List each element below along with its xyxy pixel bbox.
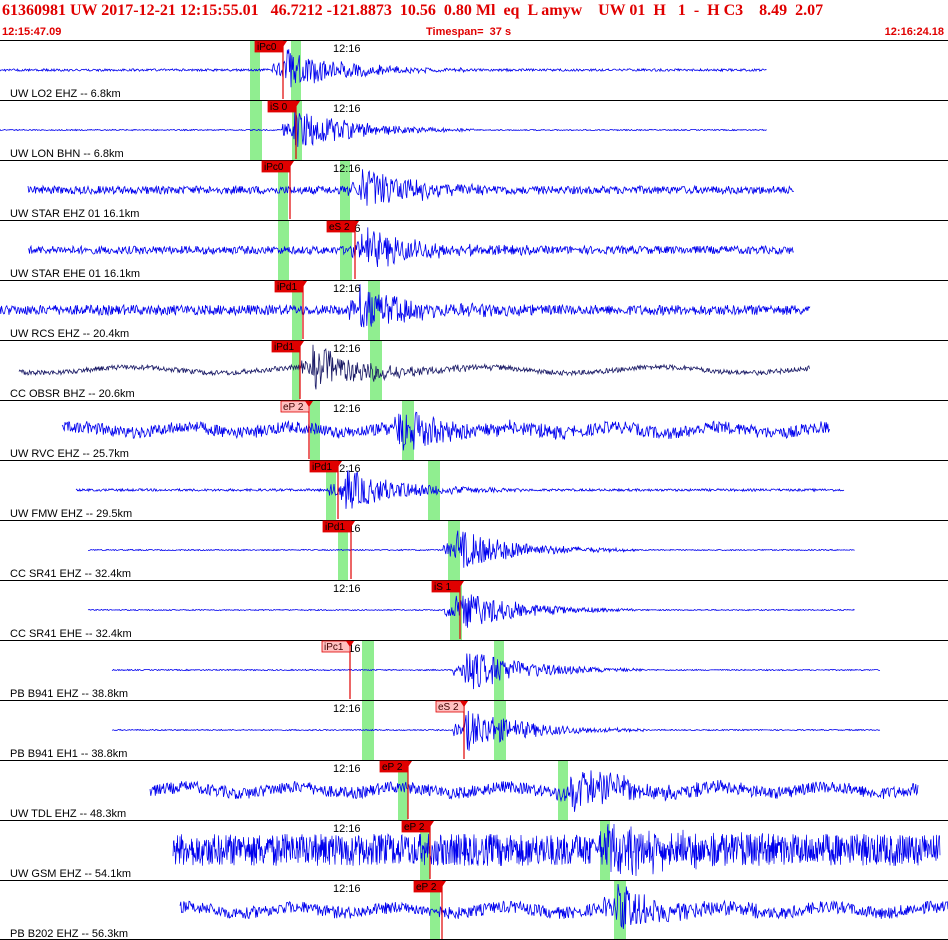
waveform-trace xyxy=(18,344,810,390)
waveform-trace xyxy=(0,111,767,147)
channel-row: 12:16 eP 2 UW GSM EHZ -- 54.1km xyxy=(0,820,948,880)
waveform-trace xyxy=(179,883,948,929)
waveform-trace xyxy=(27,169,795,206)
window-end-time: 12:16:24.18 xyxy=(884,26,944,38)
channel-label: UW STAR EHZ 01 16.1km xyxy=(10,208,139,220)
event-title: 61360981 UW 2017-12-21 12:15:55.01 46.72… xyxy=(2,2,824,19)
waveform-trace xyxy=(75,470,845,509)
channel-row: 12:16iPd1CC SR41 EHZ -- 32.4km xyxy=(0,520,948,580)
pick-label: iPd1 xyxy=(277,282,297,293)
channel-label: PB B941 EHZ -- 38.8km xyxy=(10,688,128,700)
waveform-trace xyxy=(28,227,794,268)
time-tick-label: 12:16 xyxy=(333,703,361,715)
time-tick-label: 12:16 xyxy=(333,763,361,775)
channel-row: 12:16 eP 2 UW RVC EHZ -- 25.7km xyxy=(0,400,948,460)
time-tick-label: 12:16 xyxy=(333,343,361,355)
channel-label: UW STAR EHE 01 16.1km xyxy=(10,268,140,280)
pick-label: iPc1 xyxy=(324,642,344,653)
time-tick-label: 12:16 xyxy=(333,283,361,295)
channel-row: 12:16 iS 0 UW LON BHN -- 6.8km xyxy=(0,100,948,160)
channel-row: 12:16iPd1UW FMW EHZ -- 29.5km xyxy=(0,460,948,520)
channel-label: UW RVC EHZ -- 25.7km xyxy=(10,448,129,460)
channel-row: 12:16 eP 2 UW TDL EHZ -- 48.3km xyxy=(0,760,948,820)
time-tick-label: 12:16 xyxy=(333,403,361,415)
event-header: 61360981 UW 2017-12-21 12:15:55.01 46.72… xyxy=(0,0,948,40)
pick-label: eS 2 xyxy=(438,702,459,713)
time-tick-label: 12:16 xyxy=(333,43,361,55)
channel-label: UW RCS EHZ -- 20.4km xyxy=(10,328,129,340)
channel-label: CC SR41 EHZ -- 32.4km xyxy=(10,568,131,580)
pick-label: iPd1 xyxy=(312,462,332,473)
channel-row: 12:16 iS 1 CC SR41 EHE -- 32.4km xyxy=(0,580,948,640)
pick-label: eP 2 xyxy=(416,882,437,893)
channel-row: 12:16 iPd1 UW RCS EHZ -- 20.4km xyxy=(0,280,948,340)
channel-row: 12:16 iPc0 UW LO2 EHZ -- 6.8km xyxy=(0,40,948,100)
channel-label: UW GSM EHZ -- 54.1km xyxy=(10,868,131,880)
time-tick-label: 12:16 xyxy=(333,823,361,835)
waveform-trace xyxy=(0,284,811,328)
pick-label: eS 2 xyxy=(329,222,350,233)
channel-label: CC SR41 EHE -- 32.4km xyxy=(10,628,132,640)
waveform-trace xyxy=(172,823,941,877)
waveform-trace xyxy=(88,530,855,568)
pick-label: eP 2 xyxy=(404,822,425,833)
waveform-trace xyxy=(61,411,830,451)
channel-label: CC OBSR BHZ -- 20.6km xyxy=(10,388,135,400)
time-tick-label: 12:16 xyxy=(333,583,361,595)
channel-label: UW LO2 EHZ -- 6.8km xyxy=(10,88,121,100)
time-tick-label: 12:16 xyxy=(333,103,361,115)
window-start-time: 12:15:47.09 xyxy=(2,26,62,38)
pick-label: iPc0 xyxy=(264,162,284,173)
timespan-label: Timespan= 37 s xyxy=(426,26,512,38)
channel-row: 12:16 eS 2 PB B941 EH1 -- 38.8km xyxy=(0,700,948,760)
pick-label: eP 2 xyxy=(283,402,304,413)
pick-label: iS 0 xyxy=(270,102,288,113)
time-tick-label: 12:16 xyxy=(333,163,361,175)
channel-row: 12:16eS 2UW STAR EHE 01 16.1km xyxy=(0,220,948,280)
channel-label: PB B202 EHZ -- 56.3km xyxy=(10,928,128,940)
waveform-trace xyxy=(149,770,919,812)
seismogram-panel: 12:16 iPc0 UW LO2 EHZ -- 6.8km 12:16 iS 0 UW … xyxy=(0,40,948,940)
channel-row: 12:16iPc1PB B941 EHZ -- 38.8km xyxy=(0,640,948,700)
waveform-trace xyxy=(0,49,767,88)
channel-row: 12:16 eP 2 PB B202 EHZ -- 56.3km xyxy=(0,880,948,940)
channel-label: UW LON BHN -- 6.8km xyxy=(10,148,124,160)
pick-label: iPd1 xyxy=(274,342,294,353)
pick-label: iPd1 xyxy=(325,522,345,533)
channel-label: PB B941 EH1 -- 38.8km xyxy=(10,748,127,760)
waveform-trace xyxy=(87,594,855,628)
pick-window xyxy=(402,401,414,460)
channel-row: 12:16 iPc0 UW STAR EHZ 01 16.1km xyxy=(0,160,948,220)
pick-label: iS 1 xyxy=(434,582,452,593)
channel-label: UW TDL EHZ -- 48.3km xyxy=(10,808,126,820)
pick-label: eP 2 xyxy=(382,762,403,773)
channel-label: UW FMW EHZ -- 29.5km xyxy=(10,508,132,520)
pick-label: iPc0 xyxy=(257,42,277,53)
time-tick-label: 12:16 xyxy=(333,883,361,895)
channel-row: 12:16 iPd1 CC OBSR BHZ -- 20.6km xyxy=(0,340,948,400)
